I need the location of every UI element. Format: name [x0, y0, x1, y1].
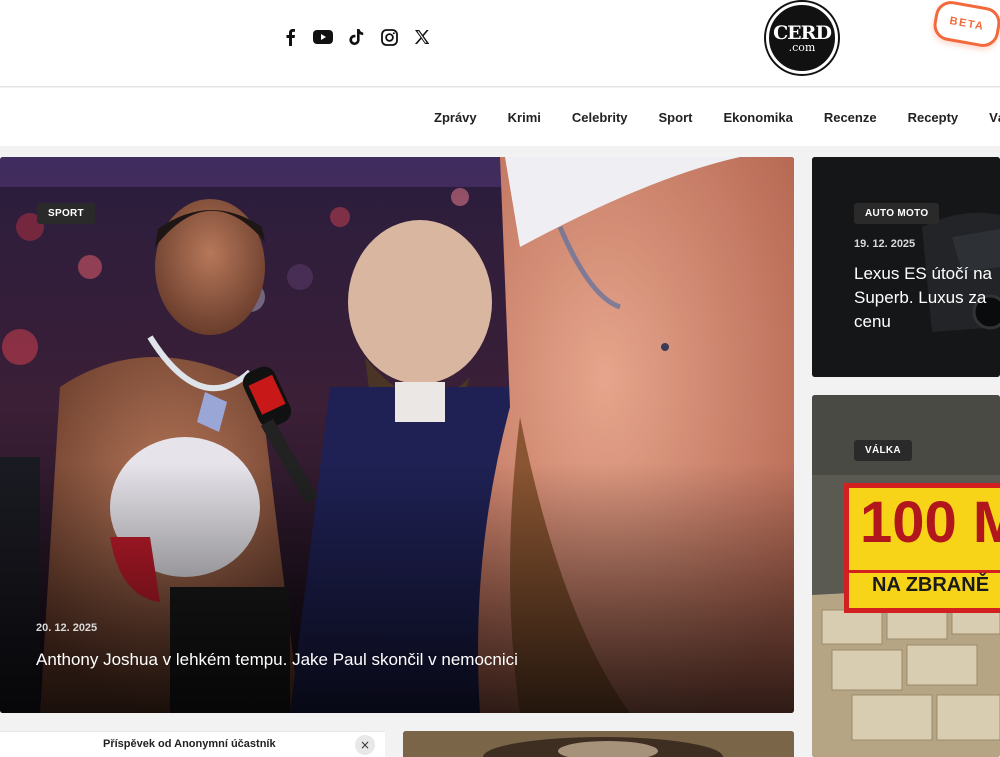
tiktok-icon[interactable]	[346, 27, 366, 47]
category-tag[interactable]: VÁLKA	[854, 440, 912, 461]
side-article-card[interactable]: 100 M NA ZBRANĚ VÁLKA	[812, 395, 1000, 757]
facebook-icon[interactable]	[280, 27, 300, 47]
top-bar: CERD .com BETA	[0, 0, 1000, 87]
nav-item-sport[interactable]: Sport	[659, 110, 693, 125]
site-logo[interactable]: CERD .com	[766, 2, 838, 74]
nav-item-zpravy[interactable]: Zprávy	[434, 110, 477, 125]
nav-item-celebrity[interactable]: Celebrity	[572, 110, 628, 125]
hero-article[interactable]: SPORT 20. 12. 2025 Anthony Joshua v lehk…	[0, 157, 794, 713]
hero-image	[0, 157, 794, 713]
sponsored-notice: Příspěvek od Anonymní účastník ×	[0, 731, 385, 757]
sign-text-subtitle: NA ZBRANĚ	[872, 574, 990, 596]
social-links	[280, 27, 432, 47]
sponsored-label: Příspěvek od Anonymní účastník	[103, 738, 276, 750]
beta-badge: BETA	[931, 0, 1000, 50]
main-navigation: Zprávy Krimi Celebrity Sport Ekonomika R…	[0, 88, 1000, 146]
nav-item-recepty[interactable]: Recepty	[908, 110, 959, 125]
next-article-image[interactable]	[403, 731, 794, 757]
nav-item-krimi[interactable]: Krimi	[508, 110, 541, 125]
article-date: 20. 12. 2025	[36, 622, 98, 634]
category-tag[interactable]: SPORT	[37, 203, 95, 224]
nav-item-recenze[interactable]: Recenze	[824, 110, 877, 125]
category-tag[interactable]: AUTO MOTO	[854, 203, 940, 224]
x-icon[interactable]	[412, 27, 432, 47]
nav-item-ekonomika[interactable]: Ekonomika	[723, 110, 792, 125]
article-title[interactable]: Lexus ES útočí na Superb. Luxus za cenu	[854, 262, 1000, 334]
article-date: 19. 12. 2025	[854, 238, 916, 250]
sign-text-amount: 100 M	[860, 490, 1000, 555]
food-image	[403, 731, 794, 757]
nav-item-valka[interactable]: Vá	[989, 110, 1000, 125]
instagram-icon[interactable]	[379, 27, 399, 47]
logo-text-sub: .com	[788, 40, 816, 54]
side-article-card[interactable]: AUTO MOTO 19. 12. 2025 Lexus ES útočí na…	[812, 157, 1000, 377]
youtube-icon[interactable]	[313, 27, 333, 47]
article-title[interactable]: Anthony Joshua v lehkém tempu. Jake Paul…	[36, 648, 776, 672]
close-icon[interactable]: ×	[355, 735, 375, 755]
logo-text-main: CERD	[773, 21, 832, 44]
